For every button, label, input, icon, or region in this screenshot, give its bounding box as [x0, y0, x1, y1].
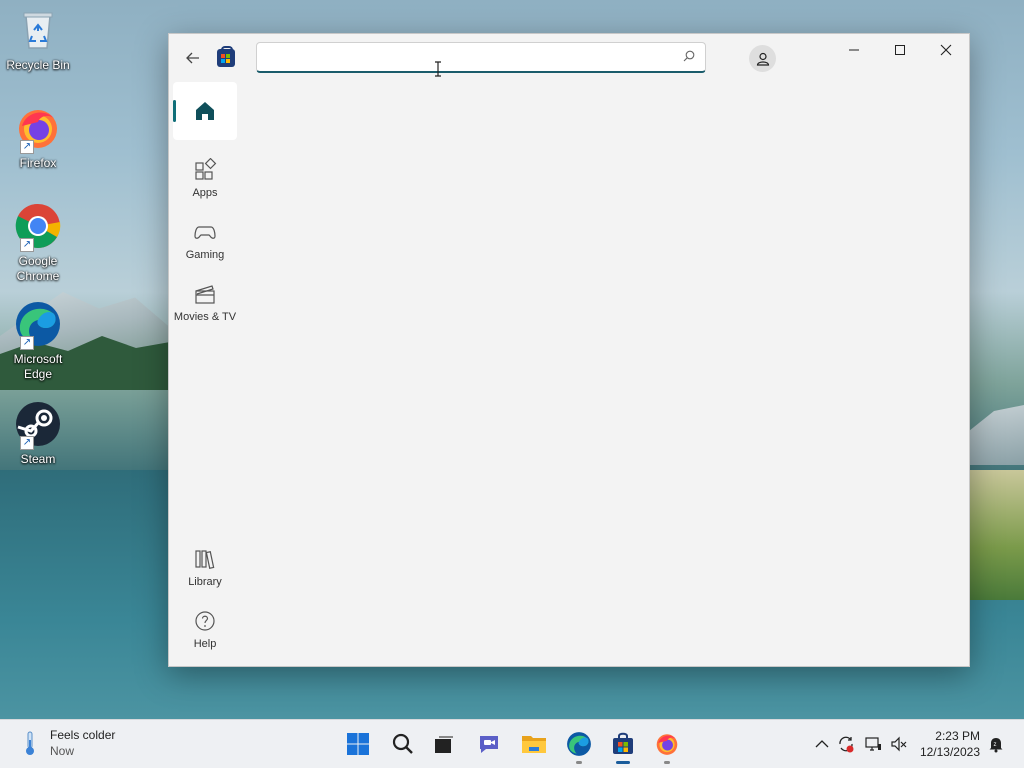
start-icon — [347, 733, 369, 755]
search-box[interactable] — [256, 42, 706, 77]
close-button[interactable] — [923, 34, 969, 66]
nav-sidebar: Apps Gaming Movies & TV Library Help — [169, 82, 241, 666]
store-icon — [613, 732, 633, 754]
desktop-icon-label: Firefox — [19, 156, 57, 170]
edge-icon: ↗ — [14, 300, 62, 350]
back-arrow-icon — [186, 52, 199, 64]
minimize-icon — [849, 49, 859, 51]
back-button[interactable] — [181, 46, 205, 70]
nav-help-label: Help — [193, 638, 217, 650]
chrome-icon: ↗ — [14, 202, 62, 252]
nav-gaming-label: Gaming — [185, 249, 225, 261]
nav-movies-tv[interactable]: Movies & TV — [173, 272, 237, 330]
desktop-icon-label: Microsoft Edge — [13, 352, 63, 381]
active-indicator — [616, 761, 630, 764]
search-icon — [392, 733, 413, 754]
shortcut-arrow-icon: ↗ — [20, 336, 34, 350]
desktop-icon-label: Steam — [20, 452, 56, 466]
nav-apps[interactable]: Apps — [173, 148, 237, 206]
desktop-icon-firefox[interactable]: ↗ Firefox — [4, 104, 72, 171]
file-explorer-icon — [522, 736, 546, 753]
task-view-button[interactable] — [428, 728, 460, 760]
clock-date: 12/13/2023 — [919, 745, 980, 759]
library-icon — [195, 550, 215, 569]
weather-text: Feels colder — [50, 728, 116, 742]
text-cursor-icon — [435, 61, 441, 77]
desktop-icon-label: Google Chrome — [16, 254, 60, 283]
notification-bell-icon: z — [989, 738, 1003, 753]
search-icon[interactable] — [683, 50, 695, 62]
desktop-icon-microsoft-edge[interactable]: ↗ Microsoft Edge — [4, 300, 72, 382]
title-bar[interactable] — [169, 34, 969, 82]
task-view-icon — [435, 736, 453, 753]
recycle-bin-icon — [14, 6, 62, 54]
gamepad-icon — [194, 226, 216, 239]
start-button[interactable] — [342, 728, 374, 760]
help-icon — [195, 611, 215, 631]
wallpaper-mountain-right — [964, 405, 1024, 465]
store-taskbar-button[interactable] — [607, 728, 639, 764]
shortcut-arrow-icon: ↗ — [20, 436, 34, 450]
nav-movies-label: Movies & TV — [173, 311, 237, 323]
nav-apps-label: Apps — [192, 187, 218, 199]
nav-library-label: Library — [188, 576, 222, 588]
steam-icon: ↗ — [14, 400, 62, 450]
user-icon — [756, 52, 769, 66]
taskbar-search-button[interactable] — [387, 728, 419, 760]
notifications-button[interactable]: z — [986, 734, 1006, 754]
thermometer-icon — [26, 731, 34, 755]
search-input[interactable] — [267, 43, 671, 73]
volume-button[interactable] — [889, 734, 909, 754]
desktop-icon-steam[interactable]: ↗ Steam — [4, 400, 72, 467]
taskbar: Feels colder Now 2:23 PM 12/13/2023 z — [0, 719, 1024, 768]
store-app-icon — [217, 46, 235, 67]
store-window: Apps Gaming Movies & TV Library Help — [168, 33, 970, 667]
wallpaper-grass — [964, 470, 1024, 600]
clock[interactable]: 2:23 PM 12/13/2023 — [920, 728, 980, 760]
running-indicator — [664, 761, 670, 764]
file-explorer-button[interactable] — [518, 728, 550, 760]
home-icon — [196, 102, 214, 120]
nav-library[interactable]: Library — [173, 537, 237, 595]
apps-icon — [195, 157, 217, 180]
nav-home[interactable] — [173, 82, 237, 140]
nav-gaming[interactable]: Gaming — [173, 210, 237, 268]
svg-text:z: z — [994, 742, 997, 748]
weather-subtext: Now — [50, 744, 75, 758]
firefox-icon: ↗ — [14, 104, 62, 154]
desktop-icon-recycle-bin[interactable]: Recycle Bin — [4, 6, 72, 73]
network-button[interactable] — [863, 734, 883, 754]
chat-icon — [480, 736, 498, 753]
clapperboard-icon — [195, 285, 215, 304]
running-indicator — [576, 761, 582, 764]
close-icon — [940, 44, 952, 56]
chat-button[interactable] — [473, 728, 505, 760]
edge-icon — [567, 732, 591, 756]
show-hidden-icons-button[interactable] — [812, 734, 832, 754]
maximize-icon — [895, 45, 905, 55]
edge-taskbar-button[interactable] — [563, 728, 595, 764]
sync-status-button[interactable] — [836, 734, 856, 754]
volume-muted-icon — [891, 736, 907, 752]
account-button[interactable] — [749, 45, 776, 72]
desktop-icon-label: Recycle Bin — [6, 58, 70, 72]
shortcut-arrow-icon: ↗ — [20, 238, 34, 252]
chevron-up-icon — [815, 740, 829, 748]
desktop-icon-google-chrome[interactable]: ↗ Google Chrome — [4, 202, 72, 284]
network-icon — [865, 737, 881, 751]
firefox-icon — [656, 734, 678, 755]
minimize-button[interactable] — [831, 34, 877, 66]
nav-help[interactable]: Help — [173, 599, 237, 657]
shortcut-arrow-icon: ↗ — [20, 140, 34, 154]
maximize-button[interactable] — [877, 34, 923, 66]
clock-time: 2:23 PM — [935, 729, 980, 743]
firefox-taskbar-button[interactable] — [651, 728, 683, 764]
sync-icon — [839, 736, 854, 753]
